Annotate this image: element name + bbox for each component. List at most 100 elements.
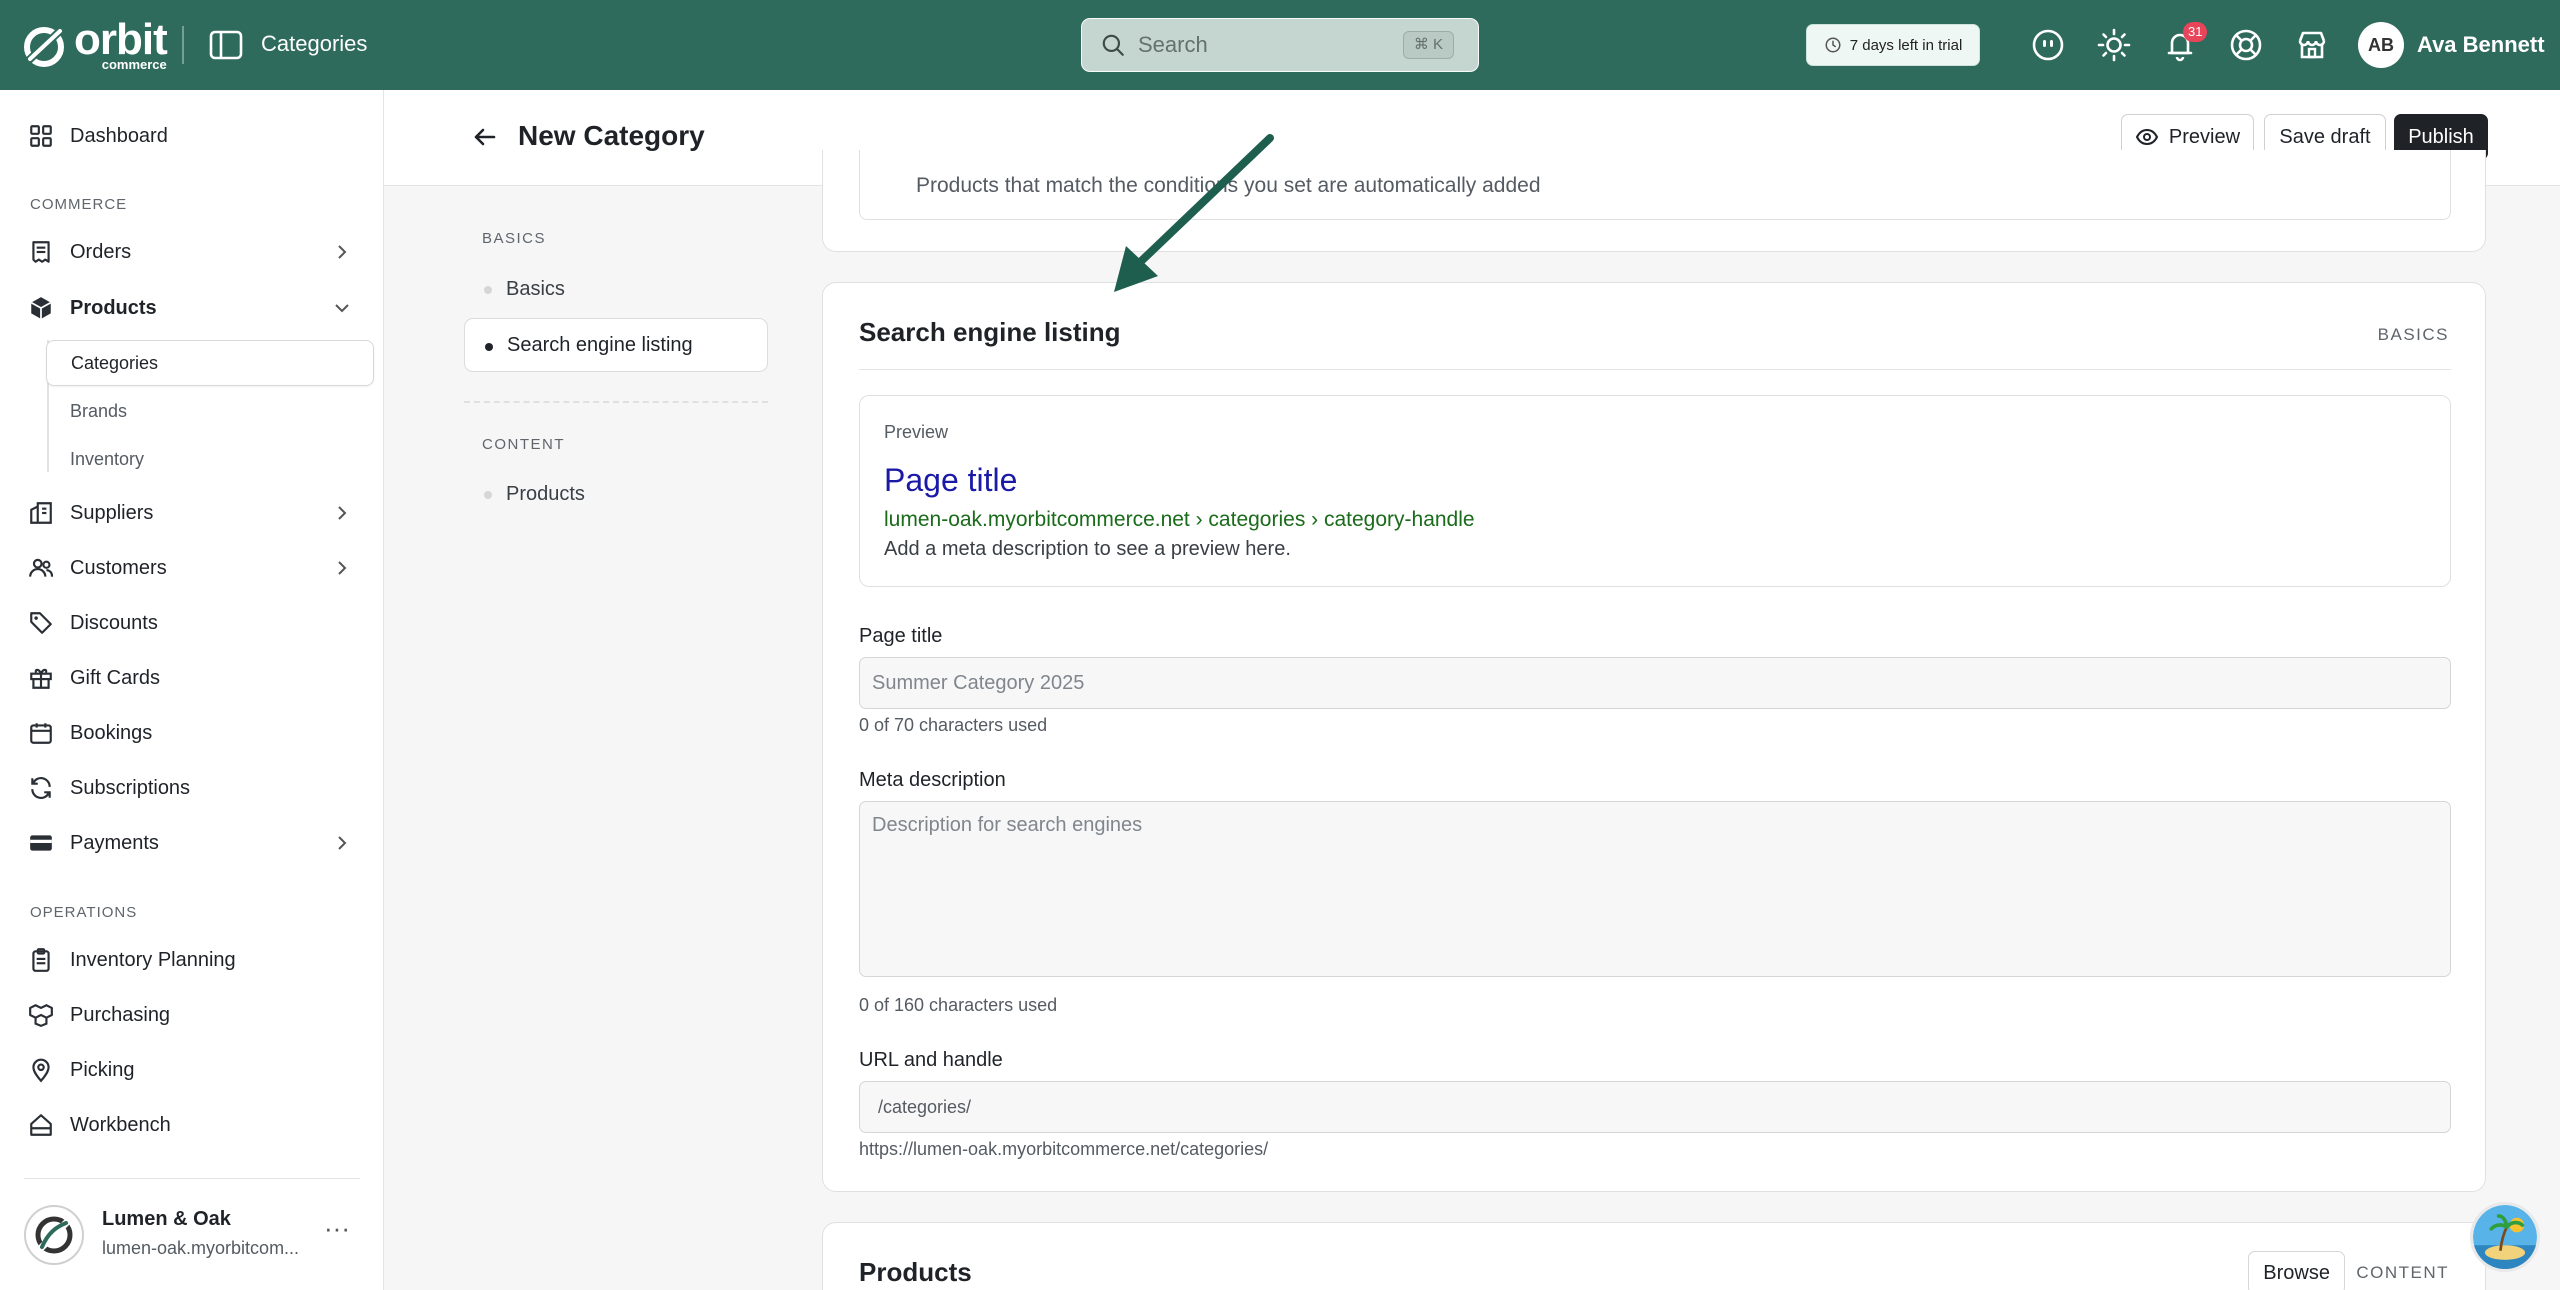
section-nav-basics[interactable]: Basics xyxy=(464,262,768,316)
map-pin-icon xyxy=(32,1058,50,1083)
sidebar-item-orders[interactable]: Orders xyxy=(28,231,368,273)
preview-page-title: Page title xyxy=(884,462,1018,498)
sidebar-item-label: Gift Cards xyxy=(70,666,161,689)
workbench-house-icon xyxy=(30,1114,52,1136)
sidebar-item-products[interactable]: Products xyxy=(28,287,368,329)
card-divider xyxy=(859,369,2451,370)
meta-description-textarea[interactable]: Description for search engines xyxy=(859,801,2451,977)
card-title: Search engine listing xyxy=(859,317,1121,347)
sidebar-subitem-categories[interactable]: Categories xyxy=(46,340,374,386)
bullet-dot xyxy=(484,491,492,499)
sidebar-item-label: Customers xyxy=(70,556,167,579)
sidebar-item-suppliers[interactable]: Suppliers xyxy=(28,492,368,534)
store-menu-more-icon[interactable]: ··· xyxy=(320,1214,354,1248)
sidebar-item-bookings[interactable]: Bookings xyxy=(28,712,368,754)
sidebar-item-label: Payments xyxy=(70,831,159,854)
help-lifebuoy-icon[interactable] xyxy=(2227,26,2265,64)
page-title-input[interactable]: Summer Category 2025 xyxy=(859,657,2451,709)
bullet-dot xyxy=(484,286,492,294)
theme-sun-icon[interactable] xyxy=(2095,26,2133,64)
trial-badge[interactable]: 7 days left in trial xyxy=(1806,24,1980,66)
sidebar-item-label: Subscriptions xyxy=(70,776,191,799)
storefront-icon[interactable] xyxy=(2293,26,2331,64)
card-section-tag: CONTENT xyxy=(2356,1263,2449,1282)
assistant-icon[interactable] xyxy=(2029,26,2067,64)
top-bar: orbit commerce Categories Search ⌘ K 7 d… xyxy=(0,0,2560,90)
topbar-section-title: Categories xyxy=(261,31,368,56)
sidebar-item-label: Inventory Planning xyxy=(70,948,236,971)
chevron-right-icon xyxy=(338,836,347,850)
suppliers-building-icon xyxy=(30,502,52,524)
sidebar-item-label: Suppliers xyxy=(70,501,154,524)
smart-conditions-card: Products that match the conditions you s… xyxy=(822,150,2486,252)
customers-icon xyxy=(29,558,53,577)
store-url: lumen-oak.myorbitcom... xyxy=(102,1238,300,1258)
clipboard-icon xyxy=(32,948,50,972)
bullet-dot xyxy=(485,343,493,351)
sidebar-item-label: Discounts xyxy=(70,611,158,634)
refresh-cycle-icon xyxy=(31,777,51,799)
sidebar-item-gift-cards[interactable]: Gift Cards xyxy=(28,657,368,699)
url-handle-input[interactable]: /categories/ xyxy=(859,1081,2451,1133)
orders-icon xyxy=(32,241,50,263)
sidebar-item-label: Workbench xyxy=(70,1113,171,1136)
sidebar-item-label: Dashboard xyxy=(70,124,168,147)
chevron-right-icon xyxy=(338,561,347,575)
notification-count-badge: 31 xyxy=(2183,22,2208,42)
section-nav-products[interactable]: Products xyxy=(464,467,768,521)
section-nav-divider xyxy=(464,401,768,403)
sidebar-divider xyxy=(24,1178,360,1179)
sidebar-item-purchasing[interactable]: Purchasing xyxy=(28,994,368,1036)
page-title: New Category xyxy=(518,120,705,151)
notifications-bell-icon[interactable]: 31 xyxy=(2161,22,2208,64)
brand-logo[interactable]: orbit commerce xyxy=(22,15,168,71)
store-logo[interactable] xyxy=(24,1205,84,1265)
chevron-right-icon xyxy=(338,245,347,259)
sidebar-item-dashboard[interactable]: Dashboard xyxy=(28,115,368,157)
search-icon xyxy=(1102,34,1124,56)
card-section-tag: BASICS xyxy=(2377,325,2449,344)
sidebar-toggle-icon[interactable] xyxy=(208,28,244,62)
back-arrow-icon[interactable] xyxy=(468,120,502,154)
store-name: Lumen & Oak xyxy=(102,1208,231,1230)
clock-icon xyxy=(1825,37,1841,53)
chevron-down-icon xyxy=(335,304,349,313)
assistant-avatar-button[interactable] xyxy=(2470,1202,2540,1272)
sidebar-item-payments[interactable]: Payments xyxy=(28,822,368,864)
section-nav-search-engine-listing[interactable]: Search engine listing xyxy=(464,318,768,372)
sidebar-item-label: Bookings xyxy=(70,721,153,744)
global-search-input[interactable]: Search ⌘ K xyxy=(1081,18,1479,72)
section-nav-basics-label: BASICS xyxy=(482,230,547,247)
sidebar-item-label: Purchasing xyxy=(70,1003,171,1026)
operations-section-label: OPERATIONS xyxy=(30,904,138,921)
browse-products-button[interactable]: Browse xyxy=(2248,1251,2345,1290)
search-engine-listing-card: Search engine listing BASICS Preview Pag… xyxy=(822,282,2486,1192)
url-handle-label: URL and handle xyxy=(859,1049,1003,1071)
beach-avatar-icon xyxy=(2473,1205,2537,1269)
preview-url: lumen-oak.myorbitcommerce.net › categori… xyxy=(884,508,1475,531)
url-handle-full-url: https://lumen-oak.myorbitcommerce.net/ca… xyxy=(859,1139,1269,1159)
page-title-char-count: 0 of 70 characters used xyxy=(859,715,1048,735)
meta-description-char-count: 0 of 160 characters used xyxy=(859,995,1058,1015)
search-preview-box: Preview Page title lumen-oak.myorbitcomm… xyxy=(859,395,2451,587)
meta-description-label: Meta description xyxy=(859,769,1006,791)
conditions-info-box: Products that match the conditions you s… xyxy=(859,150,2451,220)
packages-icon xyxy=(29,1004,53,1028)
sidebar-item-workbench[interactable]: Workbench xyxy=(28,1104,368,1146)
eye-icon xyxy=(2135,128,2159,146)
sidebar-item-picking[interactable]: Picking xyxy=(28,1049,368,1091)
discount-tag-icon xyxy=(30,612,52,634)
preview-description: Add a meta description to see a preview … xyxy=(884,538,1291,560)
user-avatar[interactable]: AB xyxy=(2358,22,2404,68)
sidebar-item-subscriptions[interactable]: Subscriptions xyxy=(28,767,368,809)
brand-name: orbit xyxy=(74,15,168,64)
search-placeholder: Search xyxy=(1138,32,1208,57)
sidebar-item-discounts[interactable]: Discounts xyxy=(28,602,368,644)
sidebar-item-inventory-planning[interactable]: Inventory Planning xyxy=(28,939,368,981)
sidebar-subitem-brands[interactable]: Brands xyxy=(46,388,374,434)
sidebar-subitem-inventory[interactable]: Inventory xyxy=(46,436,374,482)
user-name[interactable]: Ava Bennett xyxy=(2417,32,2545,58)
sidebar-item-customers[interactable]: Customers xyxy=(28,547,368,589)
sidebar-item-label: Products xyxy=(70,296,157,319)
orbit-logo-icon xyxy=(24,25,65,67)
